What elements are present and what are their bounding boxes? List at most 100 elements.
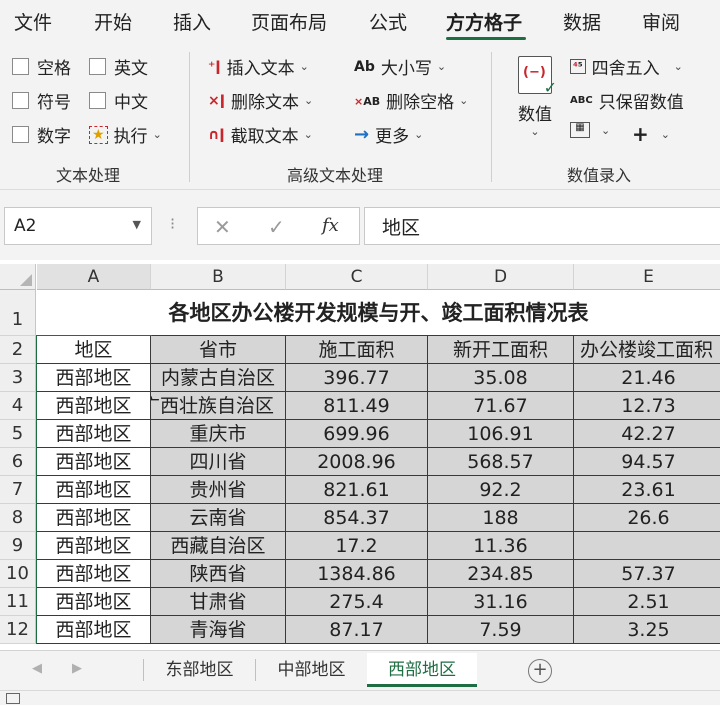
table-cell[interactable]: 西部地区 [37, 504, 151, 532]
table-cell[interactable]: 云南省 [151, 504, 286, 532]
insert-function-icon[interactable]: fx [322, 215, 339, 236]
chevron-down-icon[interactable]: ▼ [133, 218, 141, 231]
row-header[interactable]: 3 [0, 364, 36, 392]
value-button[interactable]: (−) ✓ 数值 ⌄ [510, 52, 560, 152]
case-button[interactable]: Ab 大小写 ⌄ [354, 54, 446, 79]
table-cell[interactable]: 71.67 [428, 392, 574, 420]
table-cell[interactable]: 西部地区 [37, 448, 151, 476]
row-header[interactable]: 10 [0, 560, 36, 588]
tab-page-layout[interactable]: 页面布局 [251, 8, 327, 35]
table-cell[interactable]: 234.85 [428, 560, 574, 588]
table-cell[interactable]: 陕西省 [151, 560, 286, 588]
name-box[interactable]: A2 ▼ [4, 207, 152, 245]
tab-fangfang-gezi[interactable]: 方方格子 [446, 8, 522, 35]
table-cell[interactable]: 四川省 [151, 448, 286, 476]
table-cell[interactable]: 西部地区 [37, 560, 151, 588]
table-cell[interactable]: 西部地区 [37, 420, 151, 448]
column-header-c[interactable]: C [286, 264, 428, 290]
sheet-tab-west[interactable]: 西部地区 [367, 653, 477, 687]
table-cell[interactable]: 重庆市 [151, 420, 286, 448]
keep-value-button[interactable]: ABC 只保留数值 [570, 88, 684, 113]
plus-button[interactable]: + ⌄ [632, 122, 670, 146]
row-header[interactable]: 12 [0, 616, 36, 644]
table-cell[interactable]: 甘肃省 [151, 588, 286, 616]
tab-formulas[interactable]: 公式 [369, 8, 407, 35]
table-cell[interactable]: 92.2 [428, 476, 574, 504]
row-header[interactable]: 8 [0, 504, 36, 532]
table-cell[interactable]: 西部地区 [37, 532, 151, 560]
cancel-icon[interactable]: ✕ [214, 215, 231, 239]
table-cell[interactable]: 396.77 [286, 364, 428, 392]
table-cell[interactable]: 87.17 [286, 616, 428, 644]
chinese-checkbox[interactable]: 中文 [89, 88, 148, 113]
delete-text-button[interactable]: ×ǀ 删除文本 ⌄ [208, 88, 313, 113]
table-cell[interactable]: 94.57 [574, 448, 720, 476]
more-vertical-icon[interactable]: ⁝ [170, 214, 175, 233]
table-cell[interactable]: 811.49 [286, 392, 428, 420]
scroll-left-icon[interactable]: ◀ [32, 661, 42, 676]
column-header-b[interactable]: B [151, 264, 286, 290]
round-button[interactable]: ⁴⁵ 四舍五入 ⌄ [570, 54, 683, 79]
table-cell[interactable]: 西部地区 [37, 476, 151, 504]
column-header-d[interactable]: D [428, 264, 574, 290]
header-cell[interactable]: 地区 [37, 336, 151, 364]
table-cell[interactable]: 广西壮族自治区 [151, 392, 286, 420]
table-cell[interactable]: 内蒙古自治区 [151, 364, 286, 392]
table-title-cell[interactable]: 各地区办公楼开发规模与开、竣工面积情况表 [37, 290, 720, 336]
table-cell[interactable] [574, 532, 720, 560]
row-header[interactable]: 9 [0, 532, 36, 560]
sheet-tab-east[interactable]: 东部地区 [144, 653, 255, 687]
table-cell[interactable]: 2.51 [574, 588, 720, 616]
header-cell[interactable]: 办公楼竣工面积 [574, 336, 720, 364]
table-cell[interactable]: 106.91 [428, 420, 574, 448]
table-cell[interactable]: 西藏自治区 [151, 532, 286, 560]
table-cell[interactable]: 188 [428, 504, 574, 532]
table-cell[interactable]: 贵州省 [151, 476, 286, 504]
header-cell[interactable]: 施工面积 [286, 336, 428, 364]
table-cell[interactable]: 42.27 [574, 420, 720, 448]
table-cell[interactable]: 西部地区 [37, 588, 151, 616]
space-checkbox[interactable]: 空格 [12, 54, 71, 79]
table-cell[interactable]: 275.4 [286, 588, 428, 616]
table-cell[interactable]: 699.96 [286, 420, 428, 448]
tab-review[interactable]: 审阅 [642, 8, 680, 35]
column-header-e[interactable]: E [574, 264, 720, 290]
table-cell[interactable]: 854.37 [286, 504, 428, 532]
table-cell[interactable]: 西部地区 [37, 392, 151, 420]
table-cell[interactable]: 31.16 [428, 588, 574, 616]
table-cell[interactable]: 821.61 [286, 476, 428, 504]
table-cell[interactable]: 57.37 [574, 560, 720, 588]
add-sheet-icon[interactable]: + [528, 659, 552, 683]
table-cell[interactable]: 西部地区 [37, 616, 151, 644]
table-cell[interactable]: 21.46 [574, 364, 720, 392]
table-cell[interactable]: 17.2 [286, 532, 428, 560]
column-header-a[interactable]: A [37, 264, 151, 290]
formula-input[interactable]: 地区 [364, 207, 720, 245]
header-cell[interactable]: 新开工面积 [428, 336, 574, 364]
row-header[interactable]: 2 [0, 336, 36, 364]
insert-text-button[interactable]: ⁺ǀ 插入文本 ⌄ [208, 54, 309, 79]
table-cell[interactable]: 35.08 [428, 364, 574, 392]
table-cell[interactable]: 568.57 [428, 448, 574, 476]
table-cell[interactable]: 3.25 [574, 616, 720, 644]
table-cell[interactable]: 2008.96 [286, 448, 428, 476]
table-cell[interactable]: 7.59 [428, 616, 574, 644]
row-header[interactable]: 4 [0, 392, 36, 420]
table-cell[interactable]: 青海省 [151, 616, 286, 644]
row-header[interactable]: 11 [0, 588, 36, 616]
row-header[interactable]: 1 [0, 290, 36, 336]
sheet-tab-central[interactable]: 中部地区 [256, 653, 367, 687]
format-button[interactable]: ▦ ⌄ [570, 122, 610, 138]
table-cell[interactable]: 12.73 [574, 392, 720, 420]
number-checkbox[interactable]: 数字 [12, 122, 71, 147]
row-header[interactable]: 6 [0, 448, 36, 476]
table-cell[interactable]: 西部地区 [37, 364, 151, 392]
header-cell[interactable]: 省市 [151, 336, 286, 364]
symbol-checkbox[interactable]: 符号 [12, 88, 71, 113]
tab-home[interactable]: 开始 [94, 8, 132, 35]
tab-insert[interactable]: 插入 [173, 8, 211, 35]
execute-button[interactable]: ★ 执行 ⌄ [89, 122, 162, 147]
confirm-icon[interactable]: ✓ [268, 215, 285, 239]
table-cell[interactable]: 26.6 [574, 504, 720, 532]
table-cell[interactable]: 1384.86 [286, 560, 428, 588]
